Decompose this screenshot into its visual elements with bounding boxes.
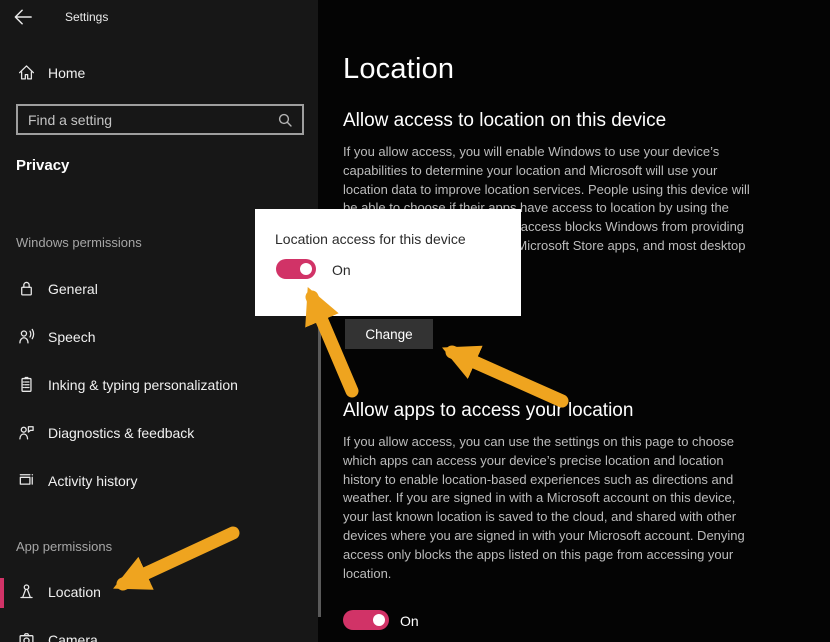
section-heading-apps-access: Allow apps to access your location bbox=[343, 400, 634, 421]
sidebar: Settings Home Privacy Windows permission… bbox=[0, 0, 318, 642]
camera-icon bbox=[18, 631, 35, 642]
window-title: Settings bbox=[65, 10, 109, 24]
sidebar-item-location[interactable]: Location bbox=[0, 582, 318, 618]
sidebar-section-title: Privacy bbox=[16, 157, 70, 174]
arrow-to-change-button bbox=[442, 345, 569, 408]
device-location-toggle-state: On bbox=[332, 262, 351, 278]
activity-history-icon bbox=[18, 472, 35, 489]
group-header-app-permissions: App permissions bbox=[16, 539, 113, 554]
sidebar-item-activity-history[interactable]: Activity history bbox=[0, 471, 318, 507]
section-heading-device-access: Allow access to location on this device bbox=[343, 110, 667, 131]
inking-icon bbox=[18, 376, 35, 393]
search-box bbox=[16, 104, 304, 135]
location-access-popup: Location access for this device On bbox=[255, 209, 521, 316]
search-input[interactable] bbox=[18, 111, 277, 128]
diagnostics-icon bbox=[18, 424, 35, 441]
location-pin-icon bbox=[18, 583, 35, 600]
lock-icon bbox=[18, 280, 35, 297]
sidebar-item-label: Diagnostics & feedback bbox=[48, 425, 195, 441]
apps-location-toggle-state: On bbox=[400, 613, 419, 629]
toggle-knob bbox=[373, 614, 385, 626]
sidebar-item-diagnostics[interactable]: Diagnostics & feedback bbox=[0, 423, 318, 459]
search-icon[interactable] bbox=[277, 112, 293, 128]
device-location-toggle[interactable] bbox=[276, 259, 316, 279]
sidebar-item-label: Activity history bbox=[48, 473, 138, 489]
change-button[interactable]: Change bbox=[345, 319, 433, 349]
sidebar-item-camera[interactable]: Camera bbox=[0, 630, 318, 642]
sidebar-item-inking[interactable]: Inking & typing personalization bbox=[0, 375, 318, 411]
page-title: Location bbox=[343, 53, 455, 85]
group-header-windows-permissions: Windows permissions bbox=[16, 235, 142, 250]
speech-icon bbox=[18, 328, 35, 345]
apps-location-toggle[interactable] bbox=[343, 610, 389, 630]
home-icon bbox=[18, 64, 35, 81]
titlebar: Settings bbox=[0, 0, 318, 36]
sidebar-item-speech[interactable]: Speech bbox=[0, 327, 318, 363]
sidebar-item-label: Location bbox=[48, 584, 101, 600]
sidebar-item-label: Speech bbox=[48, 329, 96, 345]
sidebar-item-label: Inking & typing personalization bbox=[48, 377, 238, 393]
popup-title: Location access for this device bbox=[275, 231, 466, 247]
settings-window: Settings Home Privacy Windows permission… bbox=[0, 0, 830, 642]
sidebar-item-label: Home bbox=[48, 65, 86, 81]
sidebar-item-label: Camera bbox=[48, 632, 98, 642]
sidebar-item-label: General bbox=[48, 281, 98, 297]
sidebar-item-home[interactable]: Home bbox=[0, 63, 318, 99]
pane-scrollbar[interactable] bbox=[318, 316, 321, 617]
back-button[interactable] bbox=[13, 7, 33, 27]
toggle-knob bbox=[300, 263, 312, 275]
apps-access-description: If you allow access, you can use the set… bbox=[343, 434, 745, 581]
